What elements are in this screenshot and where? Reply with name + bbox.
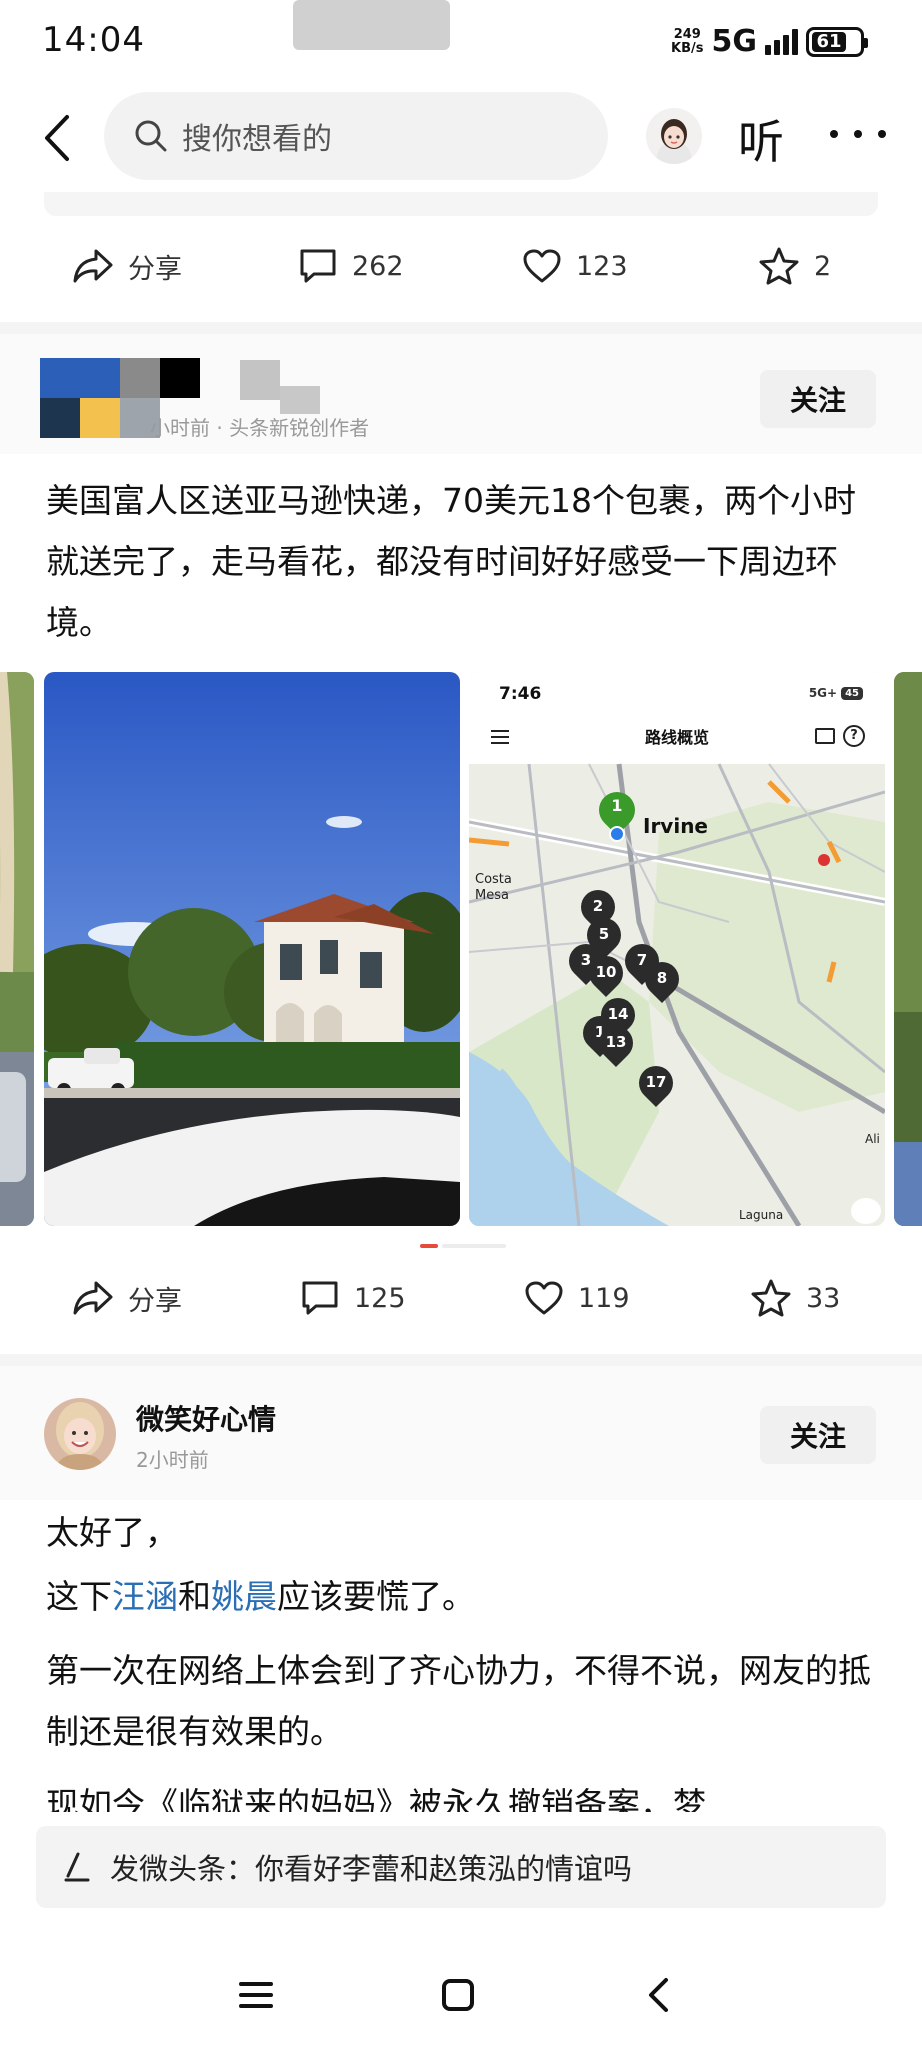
post2-header: 小时前 · 头条新锐创作者 关注 — [0, 334, 922, 454]
post2-meta: 小时前 · 头条新锐创作者 — [150, 416, 370, 440]
map-route-pin-label: 5 — [598, 925, 610, 943]
like-button[interactable]: 119 — [524, 1248, 630, 1348]
feed-divider — [0, 1354, 922, 1366]
status-bar: 14:04 249 KB/s 5G 61 — [0, 0, 922, 82]
home-square-icon — [442, 1979, 474, 2011]
battery-level: 61 — [812, 31, 846, 52]
comment-icon — [300, 249, 336, 283]
status-icons: 249 KB/s 5G 61 — [671, 24, 868, 59]
map-pin-start-label: 1 — [611, 796, 623, 815]
map-status-time: 7:46 — [499, 684, 542, 704]
favorite-button[interactable]: 33 — [750, 1248, 840, 1348]
route-map-screenshot[interactable]: 7:46 5G+ 45 路线概览 ? Irvine Costa Mesa Lag… — [469, 672, 885, 1226]
map-route-pin-label: 13 — [605, 1033, 627, 1051]
author-name[interactable]: 微笑好心情 — [136, 1398, 276, 1438]
back-button[interactable] — [36, 110, 76, 166]
more-icon[interactable] — [830, 112, 886, 156]
author-avatar[interactable] — [44, 1398, 116, 1470]
post3-paragraph2[interactable]: 第一次在网络上体会到了齐心协力，不得不说，网友的抵制还是很有效果的。 — [46, 1640, 876, 1762]
follow-button[interactable]: 关注 — [760, 1406, 876, 1464]
back-chevron-icon — [649, 1978, 668, 2012]
map-current-location — [609, 826, 625, 842]
map-label-irvine: Irvine — [643, 814, 708, 838]
post1-action-bar: 分享 262 123 2 — [0, 216, 922, 316]
share-button[interactable]: 分享 — [72, 216, 182, 316]
topic-link-yao-chen[interactable]: 姚晨 — [211, 1577, 277, 1616]
post-time: 2小时前 — [136, 1448, 209, 1472]
user-avatar[interactable] — [646, 108, 702, 164]
status-time: 14:04 — [42, 20, 145, 60]
search-placeholder: 搜你想看的 — [182, 122, 332, 157]
post2-text[interactable]: 美国富人区送亚马逊快递，70美元18个包裹，两个小时就送完了，走马看花，都没有时… — [46, 470, 876, 653]
map-route-pin-label: 17 — [645, 1073, 667, 1091]
post3-header: 微笑好心情 2小时前 关注 — [0, 1366, 922, 1500]
star-icon — [751, 1279, 791, 1317]
map-label-costa: Costa — [475, 872, 512, 887]
comment-icon — [302, 1281, 338, 1315]
listen-button[interactable]: 听 — [738, 106, 784, 172]
map-label-laguna: Laguna — [739, 1208, 784, 1222]
image-peek-left[interactable] — [0, 672, 34, 1226]
post3-line2[interactable]: 这下汪涵和姚晨应该要慌了。 — [46, 1566, 876, 1627]
share-icon — [73, 1281, 113, 1315]
street-photo[interactable] — [44, 672, 460, 1226]
heart-icon — [523, 249, 561, 283]
author-name-blurred[interactable] — [240, 360, 320, 414]
pen-icon — [64, 1852, 90, 1882]
map-camera-icon[interactable] — [851, 1198, 881, 1224]
map-status-network: 5G+ 45 — [809, 686, 863, 700]
map-chat-icon[interactable] — [815, 728, 835, 744]
home-nav-button[interactable] — [428, 1970, 488, 2020]
back-nav-button[interactable] — [628, 1970, 688, 2020]
map-route-pin-label: 8 — [656, 969, 668, 987]
net-speed: 249 KB/s — [671, 26, 704, 56]
map-label-mesa: Mesa — [475, 888, 509, 903]
previous-card-bottom — [44, 192, 878, 216]
menu-nav-button[interactable] — [226, 1970, 286, 2020]
feed-divider — [0, 322, 922, 334]
image-peek-right[interactable] — [894, 672, 922, 1226]
post3-line1[interactable]: 太好了， — [46, 1502, 876, 1563]
battery-icon: 61 — [806, 26, 868, 57]
map-help-icon[interactable]: ? — [843, 725, 865, 747]
map-label-ali: Ali — [865, 1132, 880, 1146]
map-route-pin-label: 10 — [595, 963, 617, 981]
topic-link-wang-han[interactable]: 汪涵 — [112, 1577, 178, 1616]
compose-bar[interactable]: 发微头条：你看好李蕾和赵策泓的情谊吗 — [36, 1826, 886, 1908]
comment-button[interactable]: 125 — [300, 1248, 406, 1348]
compose-prompt: 发微头条：你看好李蕾和赵策泓的情谊吗 — [110, 1852, 633, 1886]
search-icon — [132, 117, 170, 155]
comment-button[interactable]: 262 — [298, 216, 404, 316]
menu-icon — [239, 1982, 273, 2008]
search-input[interactable]: 搜你想看的 — [104, 92, 608, 180]
like-button[interactable]: 123 — [522, 216, 628, 316]
post2-image-carousel[interactable]: 7:46 5G+ 45 路线概览 ? Irvine Costa Mesa Lag… — [0, 672, 922, 1226]
share-icon — [73, 249, 113, 283]
map-route-pin-label: 2 — [592, 897, 604, 915]
star-icon — [759, 247, 799, 285]
status-notch — [293, 0, 450, 50]
system-nav-bar — [0, 1940, 922, 2048]
favorite-button[interactable]: 2 — [758, 216, 831, 316]
share-button[interactable]: 分享 — [72, 1248, 182, 1348]
post2-action-bar: 分享 125 119 33 — [0, 1248, 922, 1348]
network-type: 5G — [711, 24, 758, 59]
signal-icon — [765, 28, 798, 55]
heart-icon — [525, 1281, 563, 1315]
search-header: 搜你想看的 听 — [0, 82, 922, 192]
post3-paragraph3-cut[interactable]: 现如今《临狱来的妈妈》被永久撤销备案，梦 — [46, 1778, 876, 1812]
back-arrow-icon — [45, 115, 69, 161]
follow-button[interactable]: 关注 — [760, 370, 876, 428]
